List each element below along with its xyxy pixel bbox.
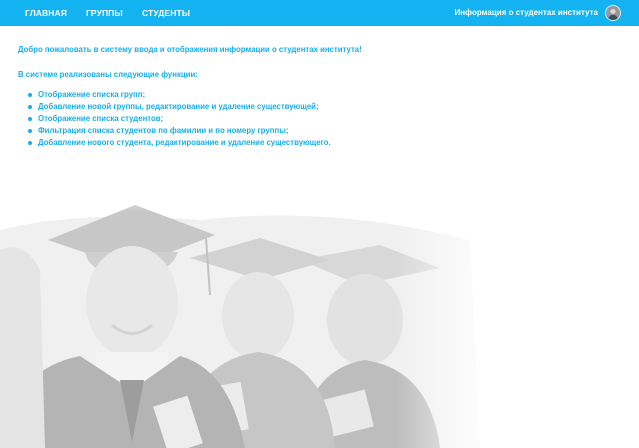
- list-item-text: Отображение списка студентов;: [38, 114, 164, 123]
- graduate-figure-front: [0, 205, 245, 448]
- nav-groups-link[interactable]: ГРУППЫ: [86, 8, 123, 18]
- list-item: Добавление новой группы, редактирование …: [18, 101, 331, 113]
- graduates-background-image: [0, 180, 639, 448]
- site-title: Информация о студентах института: [454, 8, 598, 17]
- graduate-figure-middle: [180, 238, 335, 448]
- nav-home-link[interactable]: ГЛАВНАЯ: [25, 8, 67, 18]
- bullet-icon: [28, 93, 32, 97]
- list-item: Добавление нового студента, редактирован…: [18, 137, 331, 149]
- list-item-text: Фильтрация списка студентов по фамилии и…: [38, 126, 289, 135]
- bullet-icon: [28, 141, 32, 145]
- top-navbar: ГЛАВНАЯ ГРУППЫ СТУДЕНТЫ Информация о сту…: [0, 0, 639, 26]
- functions-heading: В системе реализованы следующие функции:: [18, 70, 198, 79]
- bullet-icon: [28, 117, 32, 121]
- list-item-text: Отображение списка групп;: [38, 90, 146, 99]
- list-item: Отображение списка групп;: [18, 89, 331, 101]
- graduate-figure-back: [300, 245, 440, 448]
- nav-students-link[interactable]: СТУДЕНТЫ: [142, 8, 190, 18]
- user-avatar-icon[interactable]: [605, 5, 621, 21]
- list-item: Фильтрация списка студентов по фамилии и…: [18, 125, 331, 137]
- bullet-icon: [28, 105, 32, 109]
- welcome-text: Добро пожаловать в систему ввода и отобр…: [18, 45, 362, 54]
- list-item-text: Добавление новой группы, редактирование …: [38, 102, 319, 111]
- list-item-text: Добавление нового студента, редактирован…: [38, 138, 331, 147]
- bullet-icon: [28, 129, 32, 133]
- list-item: Отображение списка студентов;: [18, 113, 331, 125]
- features-list: Отображение списка групп; Добавление нов…: [18, 89, 331, 149]
